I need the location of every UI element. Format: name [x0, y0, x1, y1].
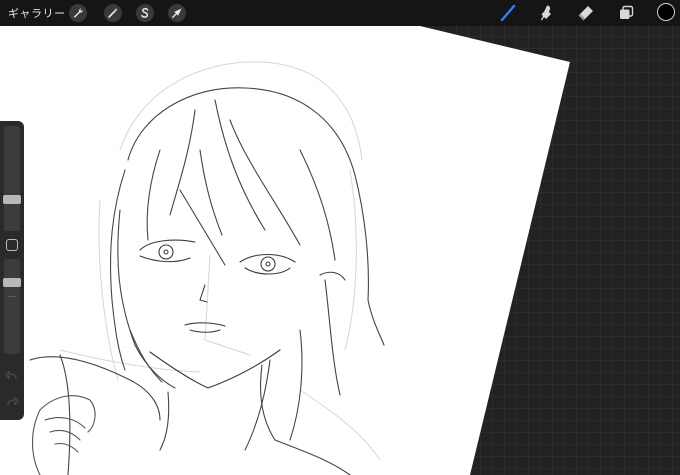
arrow-cursor-icon: [172, 8, 182, 18]
smudge-icon: [541, 5, 551, 21]
brush-size-thumb[interactable]: [3, 195, 21, 205]
opacity-thumb[interactable]: [3, 277, 21, 287]
brush-size-slider[interactable]: [4, 126, 20, 231]
selection-button[interactable]: [136, 4, 154, 22]
selection-s-icon: [141, 7, 149, 18]
wrench-icon: [73, 8, 84, 18]
paint-tool-button[interactable]: [498, 3, 518, 23]
eraser-icon: [578, 6, 593, 21]
gallery-button[interactable]: ギャラリー: [8, 5, 66, 21]
brush-icon: [500, 4, 516, 22]
modify-button[interactable]: [6, 239, 18, 251]
layers-button[interactable]: [616, 3, 636, 23]
adjustments-button[interactable]: [104, 4, 122, 22]
side-toolbar: [0, 121, 24, 420]
opacity-slider[interactable]: [4, 259, 20, 354]
top-toolbar: ギャラリー: [0, 0, 680, 26]
undo-icon[interactable]: [5, 370, 19, 382]
smudge-tool-button[interactable]: [537, 3, 557, 23]
redo-icon[interactable]: [5, 396, 19, 408]
transform-button[interactable]: [168, 4, 186, 22]
opacity-center-mark: [8, 296, 16, 297]
layers-icon: [620, 5, 634, 19]
color-picker-swatch[interactable]: [657, 3, 675, 21]
erase-tool-button[interactable]: [576, 3, 596, 23]
magic-wand-icon: [108, 8, 118, 18]
actions-button[interactable]: [69, 4, 87, 22]
drawing-canvas[interactable]: [0, 0, 680, 475]
